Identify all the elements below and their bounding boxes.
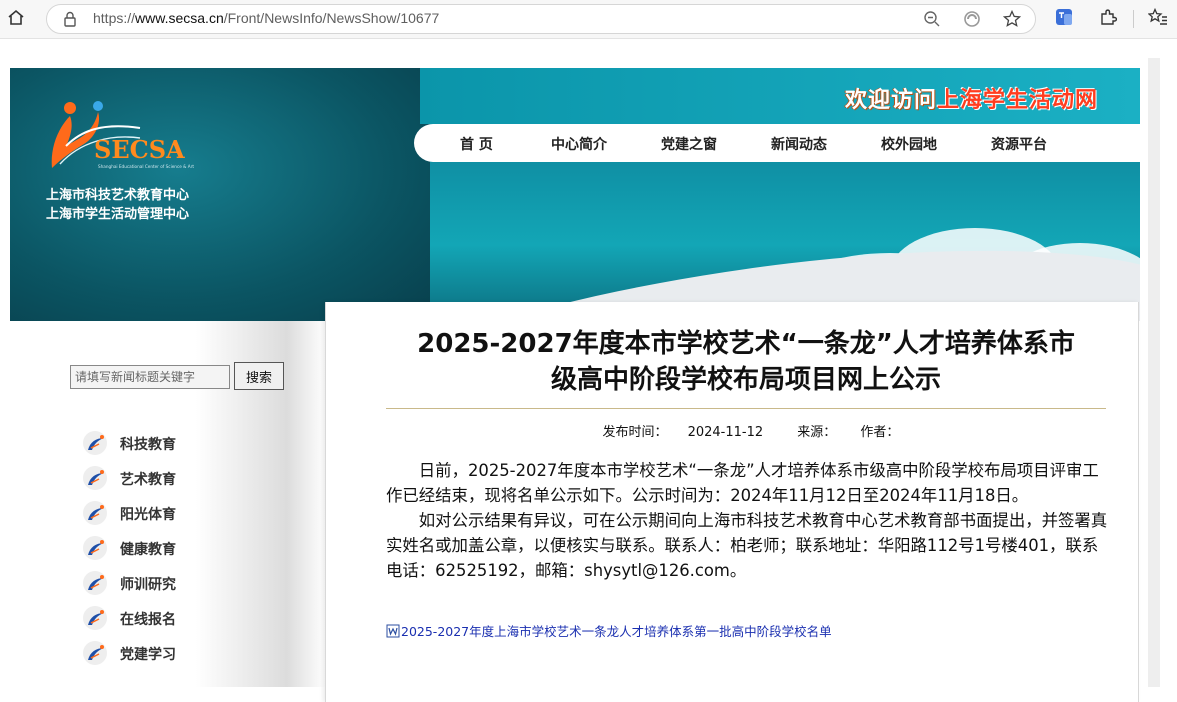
svg-text:Shanghai Educational Center of: Shanghai Educational Center of Science &… [98, 164, 194, 169]
sidebar-item-art[interactable]: 艺术教育 [82, 465, 222, 491]
sidebar-item-teacher-training[interactable]: 师训研究 [82, 570, 222, 596]
attachment-link[interactable]: 2025-2027年度上海市学校艺术一条龙人才培养体系第一批高中阶段学校名单 [386, 621, 832, 641]
secsa-mini-icon [83, 571, 107, 595]
title-divider [386, 408, 1106, 409]
article-title-line1: 2025-2027年度本市学校艺术“一条龙”人才培养体系市 [417, 329, 1075, 359]
sidebar-item-label: 健康教育 [120, 542, 176, 558]
article-meta: 发布时间： 2024-11-12 来源： 作者： [386, 421, 1106, 440]
sidebar-item-label: 在线报名 [120, 612, 176, 628]
sidebar-item-online-signup[interactable]: 在线报名 [82, 605, 222, 631]
toolbar-divider [1133, 10, 1134, 28]
article-body: 日前，2025-2027年度本市学校艺术“一条龙”人才培养体系市级高中阶段学校布… [386, 458, 1108, 583]
sidebar-item-label: 艺术教育 [120, 472, 176, 488]
org-name-line2: 上海市学生活动管理中心 [46, 207, 190, 222]
sidebar-item-label: 师训研究 [120, 577, 176, 593]
home-icon[interactable] [6, 8, 26, 28]
article-title: 2025-2027年度本市学校艺术“一条龙”人才培养体系市 级高中阶段学校布局项… [386, 326, 1106, 398]
sidebar-item-party-study[interactable]: 党建学习 [82, 640, 222, 666]
secsa-mini-icon [83, 501, 107, 525]
address-bar[interactable]: https://www.secsa.cn/Front/NewsInfo/News… [46, 4, 1036, 34]
nav-outside-school[interactable]: 校外园地 [881, 134, 937, 154]
nav-home[interactable]: 首 页 [460, 134, 493, 154]
secsa-mini-icon [83, 641, 107, 665]
nav-about[interactable]: 中心简介 [551, 134, 607, 154]
source-label: 来源： [797, 425, 837, 440]
sidebar-item-science[interactable]: 科技教育 [82, 430, 222, 456]
scrollbar-track[interactable] [1148, 58, 1160, 687]
paragraph: 如对公示结果有异议，可在公示期间向上海市科技艺术教育中心艺术教育部书面提出，并签… [386, 511, 1108, 580]
lock-icon[interactable] [63, 11, 77, 27]
paragraph: 日前，2025-2027年度本市学校艺术“一条龙”人才培养体系市级高中阶段学校布… [386, 461, 1099, 505]
secsa-mini-icon [83, 431, 107, 455]
svg-text:SECSA: SECSA [94, 135, 185, 164]
secsa-logo: SECSA Shanghai Educational Center of Sci… [51, 101, 194, 169]
secsa-mini-icon [83, 606, 107, 630]
sidebar-item-label: 阳光体育 [120, 507, 176, 523]
translate-icon[interactable] [1055, 8, 1073, 26]
zoom-out-icon[interactable] [923, 10, 941, 28]
word-doc-icon [386, 624, 400, 641]
sidebar-item-label: 党建学习 [120, 647, 176, 663]
browser-toolbar: https://www.secsa.cn/Front/NewsInfo/News… [0, 0, 1177, 39]
secsa-mini-icon [83, 536, 107, 560]
main-nav: 首 页 中心简介 党建之窗 新闻动态 校外园地 资源平台 [414, 124, 1140, 162]
read-aloud-icon[interactable] [963, 10, 981, 28]
sidebar-item-sports[interactable]: 阳光体育 [82, 500, 222, 526]
author-label: 作者： [860, 425, 900, 440]
welcome-slogan: 欢迎访问上海学生活动网 [845, 88, 1099, 113]
nav-party-building[interactable]: 党建之窗 [661, 134, 717, 154]
org-name-line1: 上海市科技艺术教育中心 [46, 188, 190, 203]
article-title-line2: 级高中阶段学校布局项目网上公示 [550, 365, 941, 395]
nav-resources[interactable]: 资源平台 [991, 134, 1047, 154]
sidebar-item-health[interactable]: 健康教育 [82, 535, 222, 561]
article-panel: 2025-2027年度本市学校艺术“一条龙”人才培养体系市 级高中阶段学校布局项… [325, 302, 1139, 702]
attachment-label: 2025-2027年度上海市学校艺术一条龙人才培养体系第一批高中阶段学校名单 [401, 624, 832, 639]
sidebar-item-label: 科技教育 [120, 437, 176, 453]
secsa-mini-icon [83, 466, 107, 490]
favorites-list-icon[interactable] [1148, 8, 1168, 26]
nav-news[interactable]: 新闻动态 [771, 134, 827, 154]
extensions-icon[interactable] [1099, 8, 1117, 26]
url-text[interactable]: https://www.secsa.cn/Front/NewsInfo/News… [93, 10, 439, 26]
news-search-input[interactable] [70, 365, 230, 389]
search-button[interactable]: 搜索 [234, 362, 284, 390]
favorite-star-icon[interactable] [1003, 10, 1021, 28]
publish-info: 发布时间： 2024-11-12 [602, 425, 764, 440]
